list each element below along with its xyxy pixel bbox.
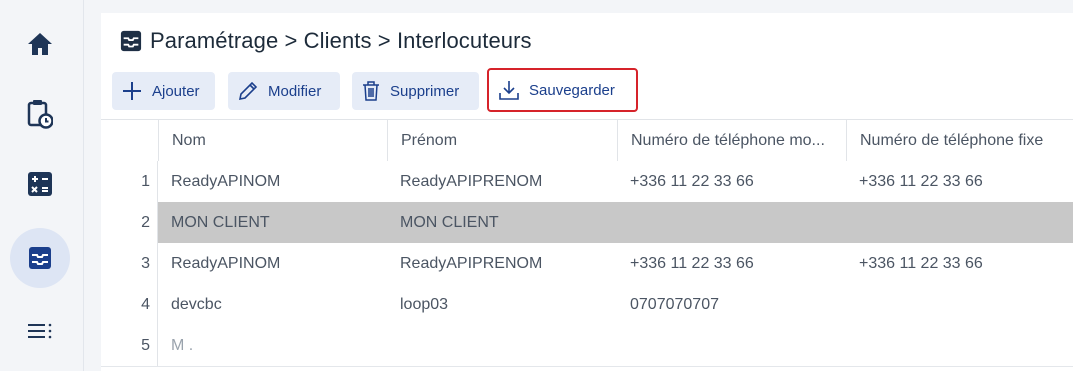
- cell-mobile[interactable]: [617, 325, 846, 366]
- cell-mobile[interactable]: 0707070707: [617, 284, 846, 325]
- edit-button[interactable]: Modifier: [228, 72, 340, 110]
- row-index: 3: [101, 243, 158, 284]
- cell-fixe[interactable]: [846, 202, 1073, 243]
- column-header-prenom[interactable]: Prénom: [387, 120, 617, 161]
- column-header-nom[interactable]: Nom: [158, 120, 387, 161]
- cell-prenom[interactable]: MON CLIENT: [387, 202, 617, 243]
- row-index: 1: [101, 161, 158, 202]
- trash-icon: [363, 81, 379, 101]
- cell-mobile[interactable]: +336 11 22 33 66: [617, 243, 846, 284]
- sidebar-item-parametrage[interactable]: [10, 228, 70, 288]
- download-icon: [499, 81, 519, 100]
- add-button[interactable]: Ajouter: [112, 72, 215, 110]
- cell-nom[interactable]: devcbc: [158, 284, 387, 325]
- sidebar-item-menu[interactable]: [10, 301, 70, 361]
- sidebar: [0, 0, 84, 371]
- page-title: Paramétrage > Clients > Interlocuteurs: [150, 28, 532, 53]
- cell-fixe[interactable]: +336 11 22 33 66: [846, 243, 1073, 284]
- cell-fixe[interactable]: [846, 325, 1073, 366]
- table-row[interactable]: 2 MON CLIENT MON CLIENT: [101, 202, 1073, 244]
- delete-button-label: Supprimer: [390, 82, 460, 100]
- row-index: 5: [101, 325, 158, 366]
- sidebar-item-calculator[interactable]: [10, 154, 70, 214]
- cell-prenom[interactable]: ReadyAPIPRENOM: [387, 161, 617, 202]
- plus-icon: [123, 82, 141, 100]
- table-row[interactable]: 4 devcbc loop03 0707070707: [101, 284, 1073, 326]
- inbox-tray-icon: [120, 30, 142, 52]
- row-index: 4: [101, 284, 158, 325]
- table-row[interactable]: 3 ReadyAPINOM ReadyAPIPRENOM +336 11 22 …: [101, 243, 1073, 285]
- cell-nom[interactable]: ReadyAPINOM: [158, 161, 387, 202]
- save-button-label: Sauvegarder: [529, 81, 615, 99]
- sidebar-item-home[interactable]: [10, 14, 70, 74]
- edit-button-label: Modifier: [268, 82, 322, 100]
- cell-mobile[interactable]: [617, 202, 846, 243]
- cell-prenom[interactable]: [387, 325, 617, 366]
- row-index: 2: [101, 202, 158, 243]
- cell-fixe[interactable]: +336 11 22 33 66: [846, 161, 1073, 202]
- grid-header: Nom Prénom Numéro de téléphone mo... Num…: [101, 119, 1073, 162]
- table-row[interactable]: 1 ReadyAPINOM ReadyAPIPRENOM +336 11 22 …: [101, 161, 1073, 203]
- cell-mobile[interactable]: +336 11 22 33 66: [617, 161, 846, 202]
- cell-nom[interactable]: M .: [158, 325, 387, 366]
- cell-prenom[interactable]: ReadyAPIPRENOM: [387, 243, 617, 284]
- delete-button[interactable]: Supprimer: [352, 72, 479, 110]
- cell-nom[interactable]: MON CLIENT: [158, 202, 387, 243]
- save-button[interactable]: Sauvegarder: [487, 68, 638, 112]
- add-button-label: Ajouter: [152, 82, 200, 100]
- pencil-icon: [238, 81, 258, 101]
- cell-prenom[interactable]: loop03: [387, 284, 617, 325]
- clipboard-clock-icon: [27, 100, 53, 129]
- home-icon: [28, 33, 52, 55]
- list-menu-icon: [28, 323, 52, 339]
- calculator-icon: [28, 172, 52, 196]
- main-panel: Paramétrage > Clients > Interlocuteurs A…: [101, 13, 1073, 371]
- cell-fixe[interactable]: [846, 284, 1073, 325]
- sidebar-item-planning[interactable]: [10, 84, 70, 144]
- column-header-mobile[interactable]: Numéro de téléphone mo...: [617, 120, 846, 161]
- page-header: Paramétrage > Clients > Interlocuteurs: [120, 27, 532, 55]
- table-row[interactable]: 5 M .: [101, 325, 1073, 367]
- column-header-fixe[interactable]: Numéro de téléphone fixe: [846, 120, 1073, 161]
- inbox-tray-icon: [29, 247, 51, 269]
- cell-nom[interactable]: ReadyAPINOM: [158, 243, 387, 284]
